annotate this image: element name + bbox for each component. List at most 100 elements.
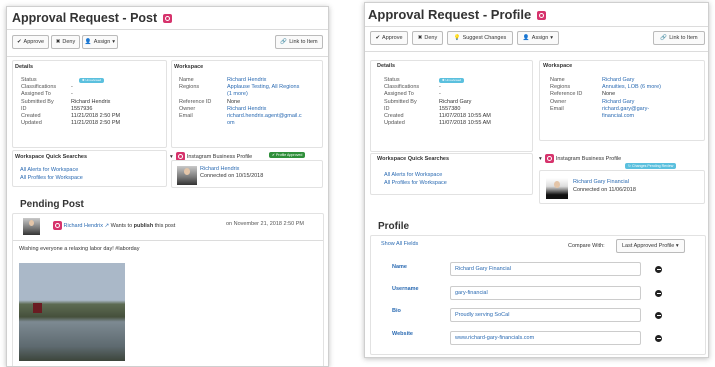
detail-row: Created 11/07/2018 10:55 AM: [384, 113, 491, 120]
detail-key: Assigned To: [21, 91, 51, 98]
deny-button[interactable]: ✖ Deny: [412, 31, 443, 45]
post-action-text-2: this post: [154, 222, 176, 229]
field-value-website[interactable]: www.richard-gary-financials.com: [450, 331, 641, 345]
assign-button[interactable]: 👤 Assign ▾: [517, 31, 559, 45]
detail-row: Status: [21, 77, 120, 84]
workspace-row: Email richard.hendrix.agent@gmail.c: [179, 113, 302, 120]
email-link[interactable]: richard.gary@gary-: [602, 106, 649, 112]
field-value-name[interactable]: Richard Gary Financial: [450, 262, 641, 276]
all-profiles-link[interactable]: All Profiles for Workspace: [20, 175, 83, 181]
field-label-website: Website: [392, 331, 413, 337]
instagram-icon: [536, 11, 546, 21]
email-link[interactable]: richard.hendrix.agent@gmail.c: [227, 113, 302, 119]
detail-row: Status: [384, 77, 491, 84]
deny-label: Deny: [424, 35, 438, 41]
user-icon: 👤: [522, 35, 530, 41]
caret-down-icon: ▾: [539, 155, 542, 162]
workspace-name-link[interactable]: Richard Hendrix: [227, 77, 266, 83]
link-to-item-label: Link to Item: [289, 39, 318, 45]
show-all-fields-link[interactable]: Show All Fields: [381, 241, 418, 247]
post-image: [19, 263, 125, 361]
external-link-icon[interactable]: ↗: [105, 223, 110, 229]
detail-row: Classifications -: [384, 84, 491, 91]
all-alerts-link[interactable]: All Alerts for Workspace: [384, 172, 442, 178]
avatar: [177, 166, 197, 185]
instagram-icon: [545, 154, 555, 163]
ig-profile-header[interactable]: ▾ Instagram Business Profile: [539, 154, 621, 163]
all-profiles-link[interactable]: All Profiles for Workspace: [384, 180, 447, 186]
detail-key: ID: [384, 105, 390, 112]
detail-row: Created 11/21/2018 2:50 PM: [21, 113, 120, 120]
detail-row: Submitted By Richard Gary: [384, 99, 491, 106]
remove-field-icon[interactable]: [655, 312, 662, 319]
detail-value: -: [71, 84, 73, 91]
post-action-text: Wants to: [110, 222, 133, 229]
workspace-value: None: [602, 91, 616, 98]
instagram-icon: [53, 221, 62, 230]
deny-label: Deny: [62, 39, 76, 45]
more-regions-link[interactable]: (1 more): [227, 91, 248, 97]
caret-down-icon: ▾: [112, 39, 116, 45]
divider: [13, 240, 323, 241]
changes-pending-text: Changes Pending Review: [632, 164, 674, 168]
detail-value: -: [71, 91, 73, 98]
x-icon: ✖: [417, 35, 423, 41]
profile-approved-badge: ✔ Profile Approved: [269, 152, 306, 158]
remove-field-icon[interactable]: [655, 335, 662, 342]
workspace-row: Owner Richard Gary: [550, 99, 661, 106]
compare-with-select[interactable]: Last Approved Profile ▾: [616, 239, 685, 253]
detail-key: Status: [384, 77, 400, 83]
detail-row: Assigned To -: [384, 91, 491, 98]
workspace-key: Reference ID: [179, 98, 212, 105]
detail-row: Updated 11/07/2018 10:55 AM: [384, 120, 491, 127]
detail-value: 1557936: [71, 105, 93, 112]
approve-button[interactable]: ✔ Approve: [370, 31, 408, 45]
avatar: [23, 218, 40, 235]
detail-row: Assigned To -: [21, 91, 120, 98]
workspace-value: None: [227, 98, 241, 105]
assign-label: Assign: [93, 39, 111, 45]
workspace-key: Owner: [550, 98, 567, 105]
approve-label: Approve: [382, 35, 403, 41]
divider: [365, 51, 708, 52]
approve-button[interactable]: ✔ Approve: [12, 35, 49, 49]
lightbulb-icon: 💡: [453, 35, 461, 41]
assign-button[interactable]: 👤 Assign ▾: [82, 35, 118, 49]
workspace-row: financial.com: [550, 113, 661, 120]
all-alerts-link[interactable]: All Alerts for Workspace: [20, 167, 78, 173]
workspace-row: (1 more): [179, 91, 302, 98]
detail-value: -: [439, 84, 441, 91]
link-to-item-button[interactable]: 🔗 Link to Item: [653, 31, 705, 45]
workspace-row: Owner Richard Hendrix: [179, 106, 302, 113]
changes-pending-badge: ↻ Changes Pending Review: [625, 163, 677, 169]
ig-connected-text: Connected on 11/06/2018: [573, 187, 636, 193]
post-author-link[interactable]: Richard Hendrix: [64, 223, 103, 229]
profile-approved-text: Profile Approved: [276, 153, 303, 157]
detail-row: Classifications -: [21, 84, 120, 91]
ig-profile-name-link[interactable]: Richard Gary Financial: [573, 179, 629, 185]
workspace-key: Email: [179, 113, 193, 120]
suggest-changes-label: Suggest Changes: [462, 35, 507, 41]
workspace-key: Reference ID: [550, 91, 583, 98]
owner-link[interactable]: Richard Hendrix: [227, 106, 266, 112]
field-value-username[interactable]: gary-financial: [450, 286, 641, 300]
remove-field-icon[interactable]: [655, 266, 662, 273]
owner-link[interactable]: Richard Gary: [602, 99, 634, 105]
email-link-cont[interactable]: om: [227, 120, 235, 126]
workspace-list: Name Richard Gary Regions Annuities, LOB (…: [550, 77, 661, 120]
link-to-item-button[interactable]: 🔗 Link to Item: [275, 35, 323, 49]
detail-key: Updated: [21, 120, 42, 127]
deny-button[interactable]: ✖ Deny: [51, 35, 80, 49]
regions-link[interactable]: Applause Testing, All Regions: [227, 84, 299, 90]
workspace-name-link[interactable]: Richard Gary: [602, 77, 634, 83]
post-author-line: Richard Hendrix ↗ Wants to publish this …: [51, 221, 175, 230]
caret-down-icon: ▾: [675, 243, 679, 249]
remove-field-icon[interactable]: [655, 290, 662, 297]
detail-value: Richard Gary: [439, 98, 472, 105]
field-value-bio[interactable]: Proudly serving SoCal: [450, 308, 641, 322]
suggest-changes-button[interactable]: 💡 Suggest Changes: [447, 31, 513, 45]
regions-link[interactable]: Annuities, LOB (6 more): [602, 84, 661, 90]
ig-profile-name-link[interactable]: Richard Hendrix: [200, 166, 239, 172]
email-link-cont[interactable]: financial.com: [602, 113, 634, 119]
detail-row: ID 1557380: [384, 106, 491, 113]
